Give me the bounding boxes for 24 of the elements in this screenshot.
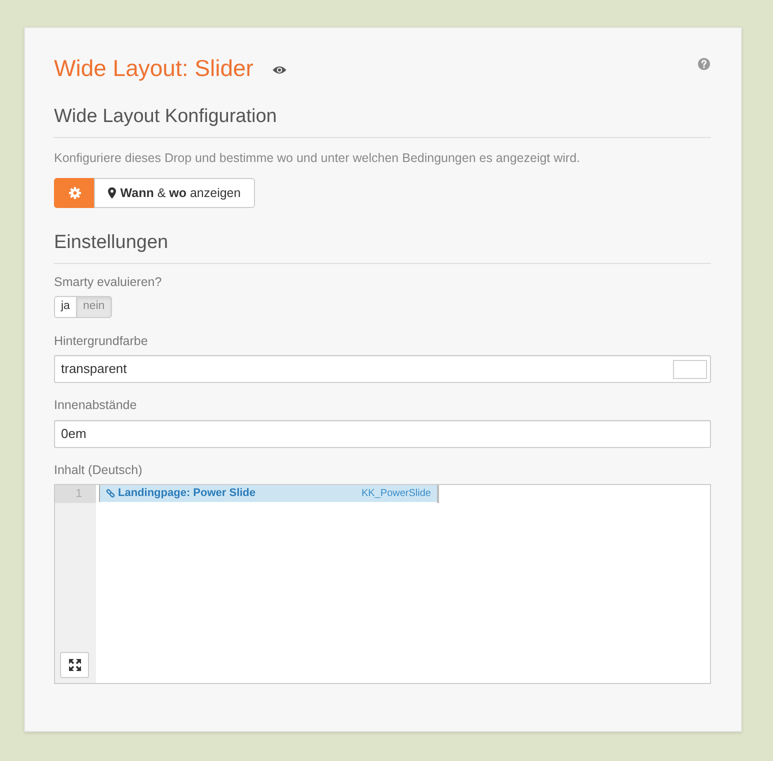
field-label: Hintergrundfarbe <box>54 333 149 350</box>
color-input[interactable]: transparent <box>54 355 711 383</box>
help-icon[interactable] <box>698 58 710 70</box>
map-marker-icon <box>108 187 116 199</box>
fullscreen-button[interactable] <box>60 652 89 678</box>
show-when-where-button[interactable]: Wann & wo anzeigen <box>94 178 255 208</box>
field-label: Innenabstände <box>54 397 138 414</box>
toggle-option[interactable]: ja <box>54 296 77 318</box>
field-label: Inhalt (Deutsch) <box>54 462 144 479</box>
section-heading: Einstellungen <box>54 231 170 255</box>
color-swatch-icon[interactable] <box>673 360 707 378</box>
section-heading: Wide Layout Konfiguration <box>54 105 278 129</box>
description-text: Konfiguriere dieses Drop und bestimme wo und unter welchen Bedingungen es angezeigt wird. <box>54 150 582 167</box>
widget-tag: KK_PowerSlide <box>362 486 431 501</box>
field-label: Smarty evaluieren? <box>54 274 163 291</box>
widget-title: Landingpage: Power Slide <box>118 486 257 502</box>
input-field[interactable]: 0em <box>54 420 711 448</box>
page-title: Wide Layout: Slider <box>54 54 254 83</box>
settings-button[interactable] <box>54 178 95 208</box>
text-cursor <box>437 485 439 503</box>
gear-icon <box>68 187 80 199</box>
link-icon <box>106 489 115 498</box>
eye-icon[interactable] <box>272 64 288 74</box>
expand-icon <box>68 659 80 671</box>
